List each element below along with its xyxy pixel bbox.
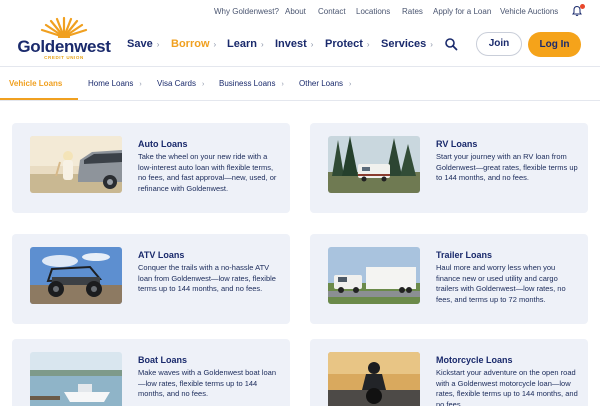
card-description: Make waves with a Goldenwest boat loan—l…	[138, 368, 276, 398]
subnav-home-loans-label: Home Loans	[88, 79, 134, 88]
chevron-right-icon: ›	[201, 81, 205, 88]
subnav-business-loans-label: Business Loans	[219, 79, 276, 88]
logo-wordmark: Goldenwest	[17, 37, 111, 56]
card-description: Take the wheel on your new ride with a l…	[138, 152, 277, 193]
card-title[interactable]: Boat Loans	[138, 355, 187, 365]
chevron-right-icon: ›	[281, 81, 284, 88]
join-button[interactable]: Join	[476, 32, 522, 56]
card-description: Conquer the trails with a no-hassle ATV …	[138, 263, 276, 293]
loan-card-atv[interactable]: ATV Loans Conquer the trails with a no-h…	[12, 234, 290, 324]
search-icon[interactable]	[444, 37, 458, 51]
loan-card-motorcycle[interactable]: Motorcycle Loans Kickstart your adventur…	[310, 339, 588, 406]
trailer-loan-image	[328, 247, 420, 304]
subnav-vehicle-loans-label: Vehicle Loans	[9, 79, 63, 88]
nav-learn[interactable]: Learn ›	[227, 38, 264, 50]
chevron-right-icon: ›	[260, 40, 264, 49]
loan-card-rv[interactable]: RV Loans Start your journey with an RV l…	[310, 123, 588, 213]
logo-subtitle: CREDIT UNION	[44, 55, 84, 60]
card-title[interactable]: Trailer Loans	[436, 250, 492, 260]
login-button[interactable]: Log In	[528, 32, 581, 57]
nav-borrow[interactable]: Borrow ›	[171, 38, 216, 50]
nav-invest[interactable]: Invest ›	[275, 38, 313, 50]
card-title[interactable]: ATV Loans	[138, 250, 184, 260]
util-link-about[interactable]: About	[285, 7, 306, 16]
chevron-right-icon: ›	[349, 81, 352, 88]
nav-protect[interactable]: Protect ›	[325, 38, 370, 50]
subnav-other-loans-label: Other Loans	[299, 79, 344, 88]
header-divider	[0, 66, 600, 67]
goldenwest-logo[interactable]: Goldenwest CREDIT UNION	[16, 16, 112, 60]
nav-save-label: Save	[127, 38, 153, 50]
subnav-home-loans[interactable]: Home Loans ›	[88, 79, 142, 88]
loan-card-boat[interactable]: Boat Loans Make waves with a Goldenwest …	[12, 339, 290, 406]
boat-loan-image	[30, 352, 122, 406]
chevron-right-icon: ›	[213, 40, 217, 49]
util-link-contact[interactable]: Contact	[318, 7, 346, 16]
loan-card-auto[interactable]: Auto Loans Take the wheel on your new ri…	[12, 123, 290, 213]
loan-card-trailer[interactable]: Trailer Loans Haul more and worry less w…	[310, 234, 588, 324]
sun-logo-icon	[40, 16, 88, 38]
util-link-why-goldenwest[interactable]: Why Goldenwest?	[214, 7, 279, 16]
nav-services-label: Services	[381, 38, 427, 50]
card-title[interactable]: Motorcycle Loans	[436, 355, 513, 365]
nav-learn-label: Learn	[227, 38, 257, 50]
nav-invest-label: Invest	[275, 38, 307, 50]
chevron-right-icon: ›	[156, 40, 160, 49]
card-title[interactable]: Auto Loans	[138, 139, 188, 149]
util-link-rates[interactable]: Rates	[402, 7, 423, 16]
card-description: Start your journey with an RV loan from …	[436, 152, 578, 182]
chevron-right-icon: ›	[430, 40, 433, 49]
chevron-right-icon: ›	[366, 40, 370, 49]
motorcycle-loan-image	[328, 352, 420, 406]
notification-dot	[580, 4, 585, 9]
chevron-right-icon: ›	[139, 81, 142, 88]
subnav-visa-cards-label: Visa Cards	[157, 79, 196, 88]
util-link-locations[interactable]: Locations	[356, 7, 390, 16]
subnav-vehicle-loans[interactable]: Vehicle Loans	[9, 79, 62, 88]
subnav-other-loans[interactable]: Other Loans ›	[299, 79, 351, 88]
subnav-business-loans[interactable]: Business Loans ›	[219, 79, 284, 88]
rv-loan-image	[328, 136, 420, 193]
nav-services[interactable]: Services ›	[381, 38, 433, 50]
util-link-apply-for-a-loan[interactable]: Apply for a Loan	[433, 7, 491, 16]
nav-protect-label: Protect	[325, 38, 363, 50]
atv-loan-image	[30, 247, 122, 304]
subnav-divider	[0, 100, 600, 101]
nav-borrow-label: Borrow	[171, 38, 210, 50]
subnav-visa-cards[interactable]: Visa Cards ›	[157, 79, 204, 88]
card-description: Haul more and worry less when you financ…	[436, 263, 566, 304]
chevron-right-icon: ›	[310, 40, 314, 49]
util-link-vehicle-auctions[interactable]: Vehicle Auctions	[500, 7, 558, 16]
card-description: Kickstart your adventure on the open roa…	[436, 368, 578, 406]
auto-loan-image	[30, 136, 122, 193]
card-title[interactable]: RV Loans	[436, 139, 477, 149]
nav-save[interactable]: Save ›	[127, 38, 159, 50]
